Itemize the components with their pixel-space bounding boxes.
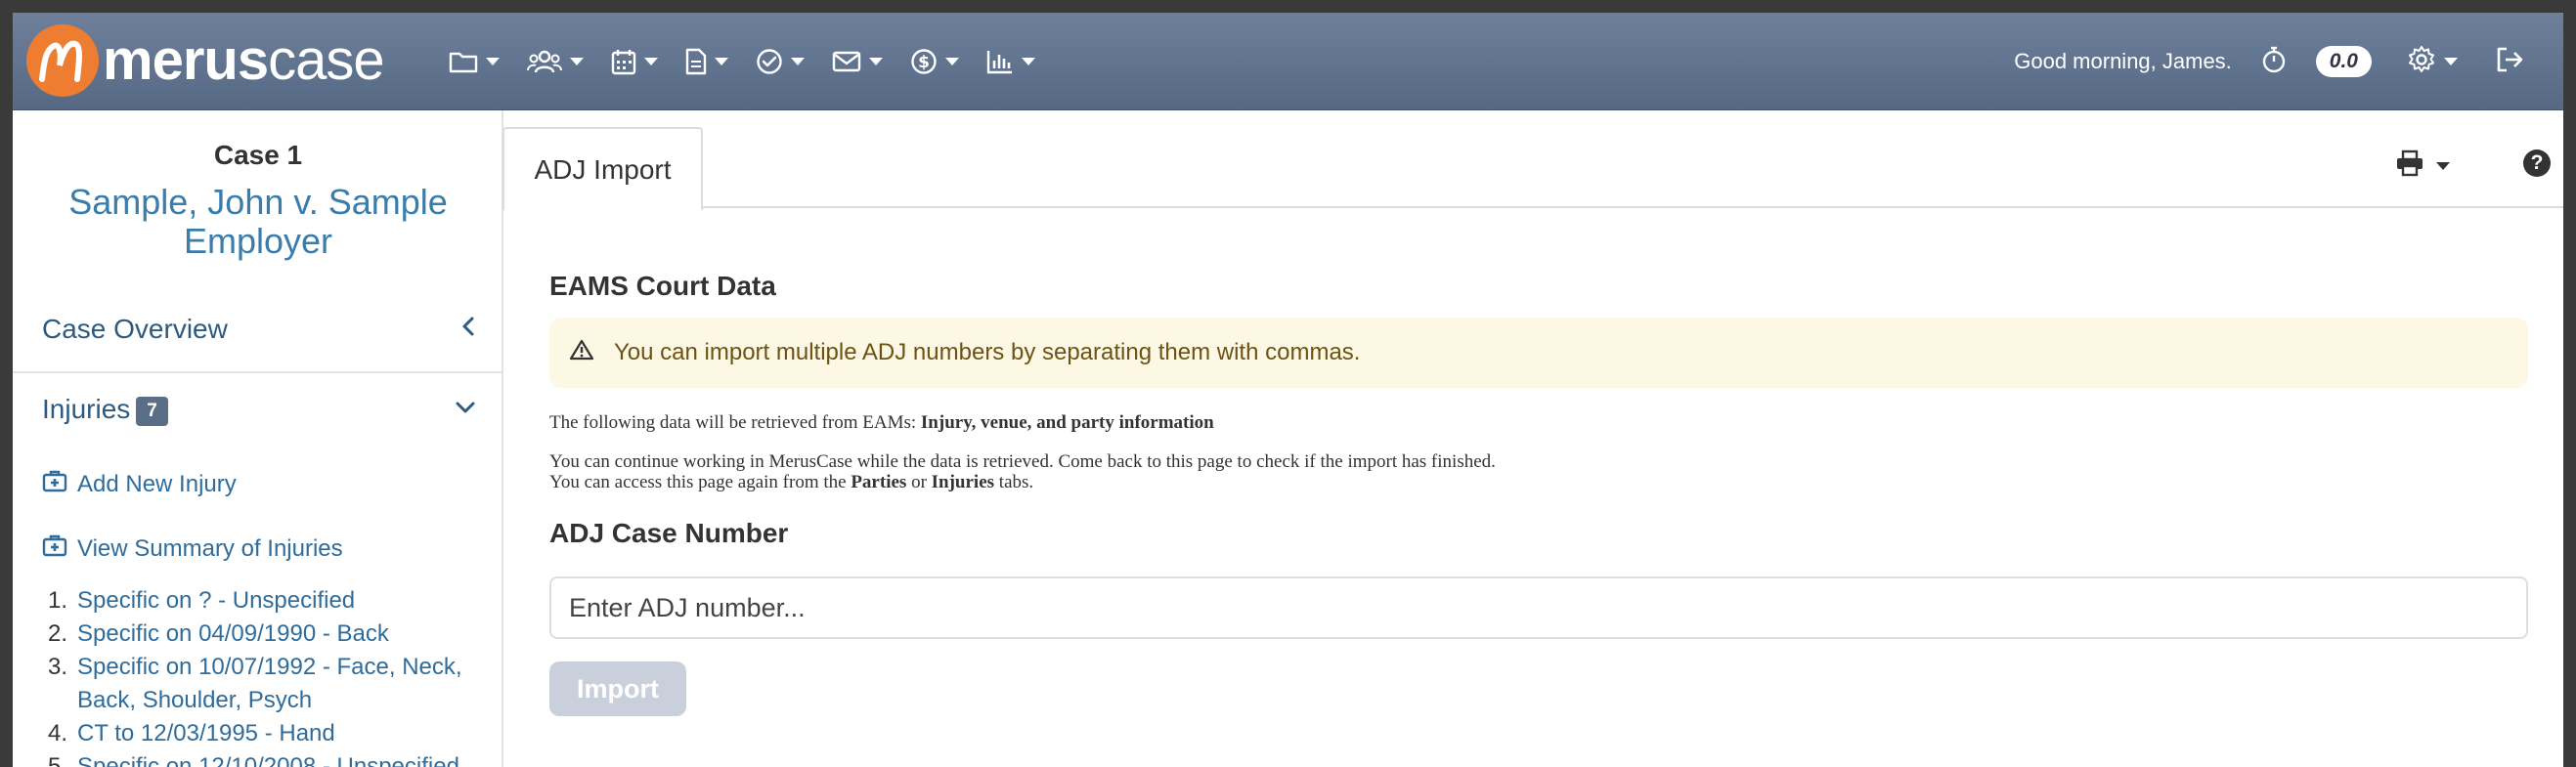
list-item-number: 3. bbox=[48, 654, 68, 680]
chevron-down-icon[interactable] bbox=[455, 400, 476, 420]
list-item[interactable]: 5. Specific on 12/10/2008 - Unspecified bbox=[48, 750, 507, 767]
calendar-icon bbox=[611, 48, 636, 75]
sign-out-icon[interactable] bbox=[2495, 46, 2524, 78]
chevron-down-icon bbox=[570, 58, 584, 65]
continue-info: You can continue working in MerusCase wh… bbox=[549, 451, 1496, 492]
chevron-down-icon bbox=[945, 58, 959, 65]
gear-icon bbox=[2407, 45, 2436, 79]
main-nav-menus: $ bbox=[449, 40, 1063, 83]
meruscase-logo[interactable]: meruscase bbox=[26, 23, 385, 98]
app-frame: meruscase $ Good morning, James. 0.0 Cas… bbox=[13, 13, 2563, 767]
case-overview-label: Case Overview bbox=[42, 314, 228, 344]
list-item-number: 4. bbox=[48, 720, 68, 746]
stopwatch-icon[interactable] bbox=[2261, 45, 2287, 79]
logo-mark-icon bbox=[26, 24, 99, 97]
users-icon bbox=[527, 49, 562, 74]
billing-menu[interactable]: $ bbox=[910, 40, 959, 83]
import-button[interactable]: Import bbox=[549, 661, 686, 716]
contacts-menu[interactable] bbox=[527, 40, 584, 83]
envelope-icon bbox=[832, 50, 861, 73]
print-icon bbox=[2395, 149, 2424, 182]
add-new-injury-label: Add New Injury bbox=[77, 470, 237, 497]
access-or: or bbox=[906, 472, 932, 492]
case-number: Case 1 bbox=[213, 140, 303, 170]
chevron-down-icon bbox=[644, 58, 658, 65]
logo-wordmark: meruscase bbox=[103, 28, 385, 92]
bar-chart-icon bbox=[986, 49, 1014, 74]
dollar-icon: $ bbox=[910, 48, 938, 75]
chevron-down-icon bbox=[2444, 58, 2458, 65]
case-name-link[interactable]: Sample, John v. Sample Employer bbox=[42, 183, 474, 261]
settings-menu[interactable] bbox=[2407, 45, 2458, 79]
continue-text: You can continue working in MerusCase wh… bbox=[549, 451, 1496, 472]
injury-link[interactable]: Specific on ? - Unspecified bbox=[77, 584, 355, 618]
injuries-list: 1. Specific on ? - Unspecified 2. Specific… bbox=[48, 584, 507, 767]
injuries-label: Injuries bbox=[42, 394, 131, 424]
injury-link[interactable]: Specific on 12/10/2008 - Unspecified bbox=[77, 750, 459, 767]
chevron-down-icon bbox=[715, 58, 728, 65]
chevron-left-icon[interactable] bbox=[460, 316, 476, 342]
injuries-tab-ref: Injuries bbox=[931, 472, 995, 492]
reports-menu[interactable] bbox=[986, 40, 1035, 83]
list-item[interactable]: 3. Specific on 10/07/1992 - Face, Neck, B… bbox=[48, 651, 507, 717]
list-item[interactable]: 4. CT to 12/03/1995 - Hand bbox=[48, 717, 507, 750]
chevron-down-icon bbox=[486, 58, 500, 65]
section-title: EAMS Court Data bbox=[549, 271, 776, 301]
greeting-text: Good morning, James. bbox=[2014, 49, 2232, 73]
tab-adj-import[interactable]: ADJ Import bbox=[502, 127, 703, 210]
add-new-injury-link[interactable]: Add New Injury bbox=[42, 469, 237, 499]
list-item[interactable]: 2. Specific on 04/09/1990 - Back bbox=[48, 618, 507, 651]
parties-tab-ref: Parties bbox=[851, 472, 907, 492]
medical-kit-icon bbox=[42, 469, 77, 499]
injury-link[interactable]: Specific on 04/09/1990 - Back bbox=[77, 618, 389, 651]
sidebar-divider bbox=[13, 371, 502, 373]
navbar-right: Good morning, James. 0.0 bbox=[2014, 40, 2563, 83]
help-icon[interactable]: ? bbox=[2523, 149, 2551, 177]
access-suffix: tabs. bbox=[994, 472, 1034, 492]
list-item-number: 2. bbox=[48, 620, 68, 647]
injuries-toggle[interactable]: Injuries 7 bbox=[42, 394, 168, 426]
warning-icon bbox=[569, 338, 614, 368]
medical-kit-icon bbox=[42, 533, 77, 564]
injury-link[interactable]: Specific on 10/07/1992 - Face, Neck, Bac… bbox=[77, 651, 507, 717]
chevron-down-icon bbox=[2436, 161, 2450, 170]
adj-number-input[interactable] bbox=[549, 576, 2528, 639]
case-overview-toggle[interactable]: Case Overview bbox=[42, 314, 228, 345]
timer-badge[interactable]: 0.0 bbox=[2315, 46, 2372, 77]
list-item[interactable]: 1. Specific on ? - Unspecified bbox=[48, 584, 507, 618]
warning-alert: You can import multiple ADJ numbers by s… bbox=[549, 318, 2528, 388]
access-text: You can access this page again from the … bbox=[549, 472, 1496, 492]
document-icon bbox=[685, 48, 707, 75]
svg-text:$: $ bbox=[918, 53, 930, 72]
folder-icon bbox=[449, 49, 478, 74]
cases-menu[interactable] bbox=[449, 40, 500, 83]
access-prefix: You can access this page again from the bbox=[549, 472, 851, 492]
messages-menu[interactable] bbox=[832, 40, 883, 83]
case-sidebar: Case 1 Sample, John v. Sample Employer C… bbox=[13, 110, 503, 767]
retrieved-info: The following data will be retrieved fro… bbox=[549, 412, 1214, 433]
chevron-down-icon bbox=[869, 58, 883, 65]
list-item-number: 1. bbox=[48, 587, 68, 614]
warning-text: You can import multiple ADJ numbers by s… bbox=[614, 339, 1361, 365]
retrieved-items: Injury, venue, and party information bbox=[920, 412, 1214, 433]
calendar-menu[interactable] bbox=[611, 40, 658, 83]
list-item-number: 5. bbox=[48, 753, 68, 767]
tasks-menu[interactable] bbox=[756, 40, 805, 83]
view-summary-link[interactable]: View Summary of Injuries bbox=[42, 533, 343, 564]
check-circle-icon bbox=[756, 48, 783, 75]
chevron-down-icon bbox=[791, 58, 805, 65]
injuries-count-badge: 7 bbox=[136, 396, 168, 426]
print-menu[interactable] bbox=[2395, 149, 2450, 182]
tab-bar-line bbox=[503, 206, 2563, 208]
documents-menu[interactable] bbox=[685, 40, 728, 83]
view-summary-label: View Summary of Injuries bbox=[77, 534, 343, 562]
top-navbar: meruscase $ Good morning, James. 0.0 bbox=[13, 13, 2563, 110]
adj-case-number-title: ADJ Case Number bbox=[549, 518, 789, 548]
injury-link[interactable]: CT to 12/03/1995 - Hand bbox=[77, 717, 335, 750]
retrieved-prefix: The following data will be retrieved fro… bbox=[549, 412, 921, 433]
chevron-down-icon bbox=[1022, 58, 1035, 65]
